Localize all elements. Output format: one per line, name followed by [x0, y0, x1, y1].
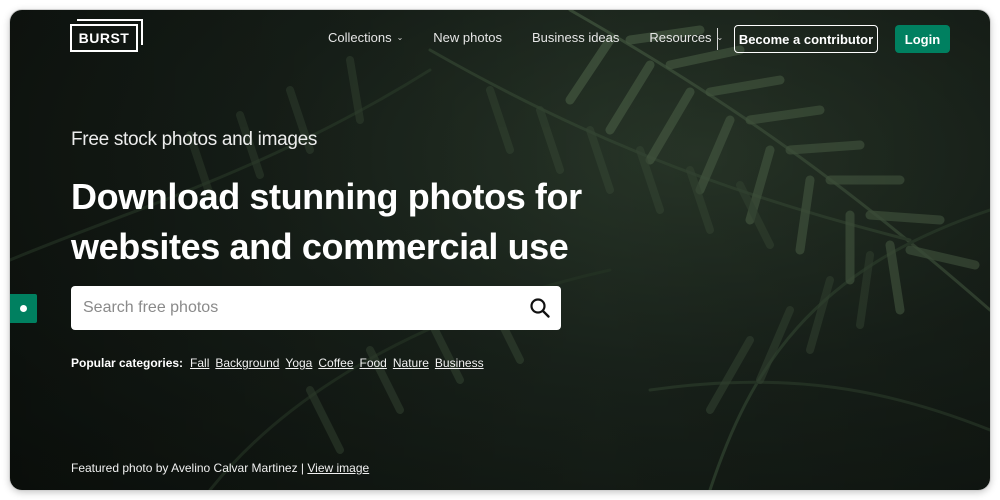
chevron-down-icon: ⌄: [396, 33, 404, 42]
nav-resources[interactable]: Resources ⌄: [649, 30, 723, 45]
login-button[interactable]: Login: [895, 25, 950, 53]
burst-logo[interactable]: BURST: [70, 19, 143, 52]
search-icon[interactable]: [529, 297, 551, 319]
search-input[interactable]: [81, 298, 505, 318]
hero-subtitle: Free stock photos and images: [71, 129, 318, 150]
hero-section: BURST Collections ⌄ New photos Business i…: [10, 10, 990, 490]
category-link-food[interactable]: Food: [360, 356, 387, 370]
category-link-business[interactable]: Business: [435, 356, 484, 370]
nav-divider: [717, 28, 718, 50]
become-contributor-button[interactable]: Become a contributor: [734, 25, 878, 53]
search-bar: [71, 286, 561, 330]
category-link-yoga[interactable]: Yoga: [285, 356, 312, 370]
popular-categories: Popular categories: Fall Background Yoga…: [71, 356, 490, 370]
nav-new-photos[interactable]: New photos: [433, 30, 502, 45]
category-link-fall[interactable]: Fall: [190, 356, 209, 370]
hero-headline: Download stunning photos for websites an…: [71, 176, 582, 267]
photo-credit: Featured photo by Avelino Calvar Martine…: [71, 461, 369, 475]
category-link-coffee[interactable]: Coffee: [318, 356, 353, 370]
dot-icon: [20, 305, 27, 312]
category-link-nature[interactable]: Nature: [393, 356, 429, 370]
nav-collections[interactable]: Collections ⌄: [328, 30, 403, 45]
photo-credit-text: Featured photo by Avelino Calvar Martine…: [71, 461, 305, 475]
categories-label: Popular categories:: [71, 356, 184, 370]
view-image-link[interactable]: View image: [307, 461, 369, 475]
side-widget-tab[interactable]: [10, 294, 37, 323]
nav-business-ideas[interactable]: Business ideas: [532, 30, 619, 45]
main-nav: Collections ⌄ New photos Business ideas R…: [328, 30, 753, 45]
category-link-background[interactable]: Background: [215, 356, 279, 370]
